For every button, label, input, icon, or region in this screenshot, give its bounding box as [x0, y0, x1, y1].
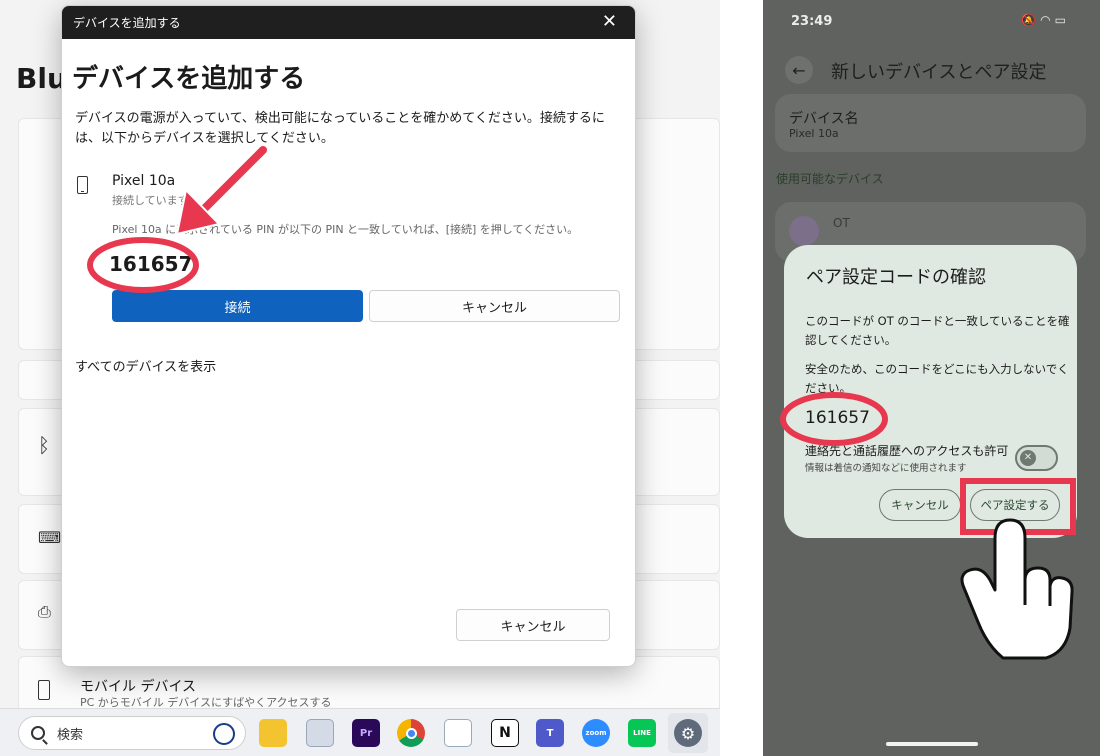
- keyboard-icon: ⌨: [38, 528, 62, 547]
- pairing-dialog-text-match: このコードが OT のコードと一致していることを確認してください。: [805, 314, 1070, 347]
- phone-icon: [77, 176, 88, 194]
- home-gesture-bar[interactable]: [886, 742, 978, 746]
- wifi-icon: ◠: [1040, 13, 1055, 27]
- contacts-permission-toggle[interactable]: ✕: [1015, 445, 1058, 471]
- pairing-code-dialog: ペア設定コードの確認 このコードが OT のコードと一致していることを確認してく…: [784, 245, 1077, 538]
- snipping-tool-icon[interactable]: [306, 719, 334, 747]
- cancel-pairing-button[interactable]: キャンセル: [369, 290, 620, 322]
- taskbar: 検索 Pr N T zoom LINE ⚙: [0, 708, 720, 756]
- contacts-permission-label: 連絡先と通話履歴へのアクセスも許可: [805, 444, 1009, 458]
- settings-gear-icon[interactable]: ⚙: [674, 719, 702, 747]
- pin-code: 161657: [109, 252, 193, 276]
- status-icons: 🔕◠▭: [1021, 13, 1070, 27]
- add-device-dialog: デバイスを追加する ✕ デバイスを追加する デバイスの電源が入っていて、検出可能…: [61, 5, 636, 667]
- show-all-devices-link[interactable]: すべてのデバイスを表示: [75, 356, 216, 375]
- dialog-heading: デバイスを追加する: [72, 64, 306, 94]
- teams-icon[interactable]: T: [536, 719, 564, 747]
- taskbar-search[interactable]: 検索: [18, 716, 246, 750]
- dialog-window-title: デバイスを追加する: [73, 16, 181, 30]
- search-placeholder: 検索: [57, 727, 84, 743]
- device-name-label: デバイス名: [789, 111, 859, 127]
- pair-button[interactable]: ペア設定する: [970, 489, 1060, 521]
- available-device-name: OT: [833, 216, 850, 230]
- cancel-button[interactable]: キャンセル: [456, 609, 610, 641]
- page-title: 新しいデバイスとペア設定: [831, 62, 1047, 83]
- close-icon[interactable]: ✕: [602, 11, 617, 33]
- file-explorer-icon[interactable]: [259, 719, 287, 747]
- mute-icon: 🔕: [1021, 13, 1041, 27]
- mobile-device-title: モバイル デバイス: [80, 679, 197, 695]
- windows-screen: Blue ᛒ ⌨ ⎙ モバイル デバイス PC からモバイル デバイスにすばやく…: [0, 0, 720, 756]
- dialog-titlebar: デバイスを追加する: [62, 6, 635, 39]
- connect-button[interactable]: 接続: [112, 290, 363, 322]
- dialog-description: デバイスの電源が入っていて、検出可能になっていることを確かめてください。接続する…: [75, 111, 605, 146]
- device-name[interactable]: Pixel 10a: [112, 173, 175, 189]
- bluetooth-icon: ᛒ: [38, 433, 50, 457]
- search-highlight-icon: [213, 723, 235, 745]
- line-icon[interactable]: LINE: [628, 719, 656, 747]
- battery-icon: ▭: [1054, 13, 1070, 27]
- pin-note: Pixel 10a に表示されている PIN が以下の PIN と一致していれば…: [112, 223, 579, 236]
- status-time: 23:49: [791, 14, 833, 29]
- device-name-value: Pixel 10a: [789, 127, 839, 140]
- back-arrow-icon[interactable]: ←: [785, 56, 813, 84]
- chrome-icon[interactable]: [397, 719, 425, 747]
- contacts-permission-sub: 情報は着信の通知などに使用されます: [805, 463, 967, 474]
- laptop-icon: [789, 216, 819, 246]
- pairing-cancel-button[interactable]: キャンセル: [879, 489, 961, 521]
- search-icon: [31, 726, 45, 740]
- toggle-off-x-icon: ✕: [1020, 450, 1036, 466]
- printer-icon: ⎙: [38, 602, 51, 621]
- zoom-icon[interactable]: zoom: [582, 719, 610, 747]
- android-screen: 23:49 🔕◠▭ ← 新しいデバイスとペア設定 デバイス名 Pixel 10a…: [763, 0, 1100, 756]
- premiere-pro-icon[interactable]: Pr: [352, 719, 380, 747]
- pairing-dialog-text-security: 安全のため、このコードをどこにも入力しないでください。: [805, 362, 1069, 395]
- paint-icon[interactable]: [444, 719, 472, 747]
- available-devices-heading: 使用可能なデバイス: [776, 172, 884, 186]
- device-status: 接続しています...: [112, 194, 200, 207]
- notion-icon[interactable]: N: [491, 719, 519, 747]
- pairing-code: 161657: [805, 408, 870, 428]
- pairing-dialog-title: ペア設定コードの確認: [806, 267, 986, 288]
- mobile-device-icon: [38, 680, 50, 700]
